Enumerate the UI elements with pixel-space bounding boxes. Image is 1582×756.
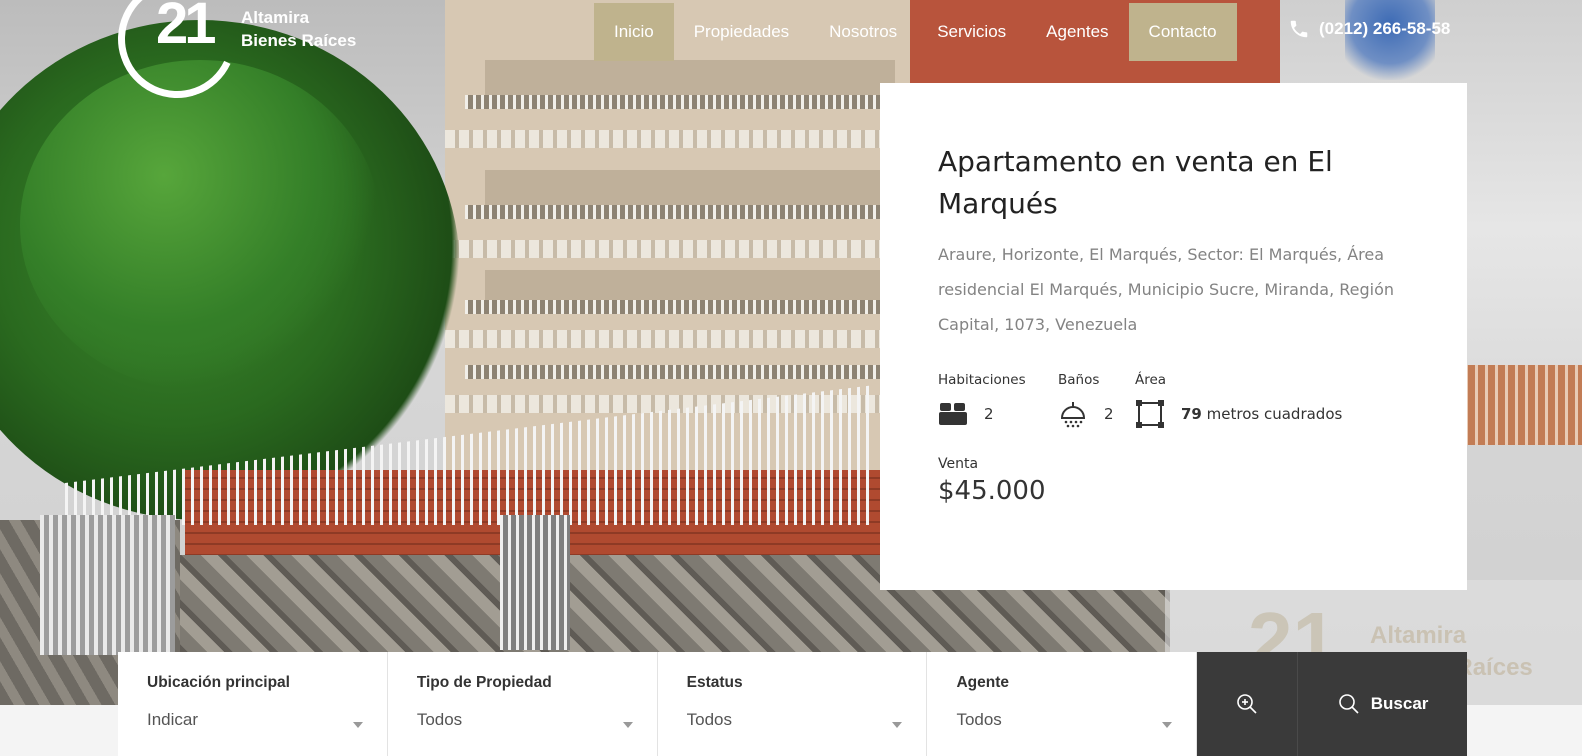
brand-line1: Altamira bbox=[241, 8, 310, 27]
garage-gate bbox=[40, 515, 175, 655]
entry-door bbox=[500, 515, 570, 650]
phone-link[interactable]: (0212) 266-58-58 bbox=[1288, 18, 1450, 40]
location-value: Indicar bbox=[147, 710, 199, 729]
chevron-down-icon bbox=[1162, 722, 1173, 728]
area-text: 79 metros cuadrados bbox=[1181, 405, 1342, 423]
nav-item-agentes[interactable]: Agentes bbox=[1026, 3, 1128, 61]
rooms-count: 2 bbox=[984, 405, 994, 423]
rooms-label: Habitaciones bbox=[938, 372, 1026, 388]
bed-icon bbox=[939, 403, 967, 425]
main-nav: Inicio Propiedades Nosotros Servicios Ag… bbox=[594, 3, 1237, 61]
area-icon bbox=[1136, 400, 1164, 428]
search-button[interactable]: Buscar bbox=[1298, 652, 1467, 756]
area-unit: metros cuadrados bbox=[1206, 405, 1343, 423]
agent-label: Agente bbox=[956, 674, 1009, 691]
baths-label: Baños bbox=[1058, 372, 1100, 388]
property-type-select[interactable]: Tipo de Propiedad Todos bbox=[387, 652, 658, 756]
brand-name[interactable]: Altamira Bienes Raíces bbox=[241, 6, 356, 52]
property-title[interactable]: Apartamento en venta en El Marqués bbox=[938, 141, 1409, 225]
advanced-search-button[interactable] bbox=[1197, 652, 1299, 756]
nav-item-propiedades[interactable]: Propiedades bbox=[674, 3, 809, 61]
chevron-down-icon bbox=[352, 722, 363, 728]
phone-icon bbox=[1290, 20, 1308, 38]
property-price: $45.000 bbox=[938, 476, 1046, 506]
logo[interactable]: 21 bbox=[101, 0, 253, 115]
phone-number: (0212) 266-58-58 bbox=[1319, 19, 1451, 38]
property-type-value: Todos bbox=[416, 710, 463, 729]
feature-baths: Baños 2 bbox=[1058, 372, 1135, 428]
search-button-label: Buscar bbox=[1370, 694, 1429, 713]
status-select-value: Todos bbox=[686, 710, 732, 729]
property-type-label: Tipo de Propiedad bbox=[416, 674, 552, 691]
shower-icon bbox=[1060, 402, 1086, 428]
property-card: Apartamento en venta en El Marqués Araur… bbox=[880, 83, 1467, 590]
sky-patch bbox=[1345, 0, 1435, 80]
status-select[interactable]: Estatus Todos bbox=[657, 652, 928, 756]
area-value: 79 bbox=[1181, 405, 1202, 423]
logo-number: 21 bbox=[156, 0, 216, 56]
brand-line2: Bienes Raíces bbox=[241, 31, 357, 50]
nav-item-servicios[interactable]: Servicios bbox=[917, 3, 1026, 61]
nav-item-inicio[interactable]: Inicio bbox=[594, 3, 674, 61]
search-icon bbox=[1338, 694, 1359, 714]
tree-canopy bbox=[20, 60, 380, 390]
background-building bbox=[1455, 365, 1582, 445]
location-label: Ubicación principal bbox=[147, 674, 290, 691]
property-address: Araure, Horizonte, El Marqués, Sector: E… bbox=[938, 245, 1395, 334]
feature-area: Área 79 metros cuadrados bbox=[1135, 372, 1375, 428]
area-label: Área bbox=[1135, 372, 1167, 388]
zoom-in-icon bbox=[1237, 694, 1257, 714]
watermark-line1: Altamira bbox=[1370, 622, 1467, 649]
location-select[interactable]: Ubicación principal Indicar bbox=[118, 652, 388, 756]
status-select-label: Estatus bbox=[686, 674, 743, 691]
chevron-down-icon bbox=[622, 722, 633, 728]
property-search-bar: Ubicación principal Indicar Tipo de Prop… bbox=[118, 652, 1467, 756]
status-label: Venta bbox=[938, 456, 979, 472]
agent-select[interactable]: Agente Todos bbox=[927, 652, 1198, 756]
property-features: Habitaciones 2 Baños 2 Área 79 metros cu… bbox=[938, 372, 1409, 428]
nav-item-contacto[interactable]: Contacto bbox=[1128, 3, 1237, 61]
agent-value: Todos bbox=[956, 710, 1002, 729]
baths-count: 2 bbox=[1104, 405, 1114, 423]
nav-item-nosotros[interactable]: Nosotros bbox=[809, 3, 917, 61]
chevron-down-icon bbox=[892, 722, 903, 728]
feature-rooms: Habitaciones 2 bbox=[938, 372, 1058, 428]
